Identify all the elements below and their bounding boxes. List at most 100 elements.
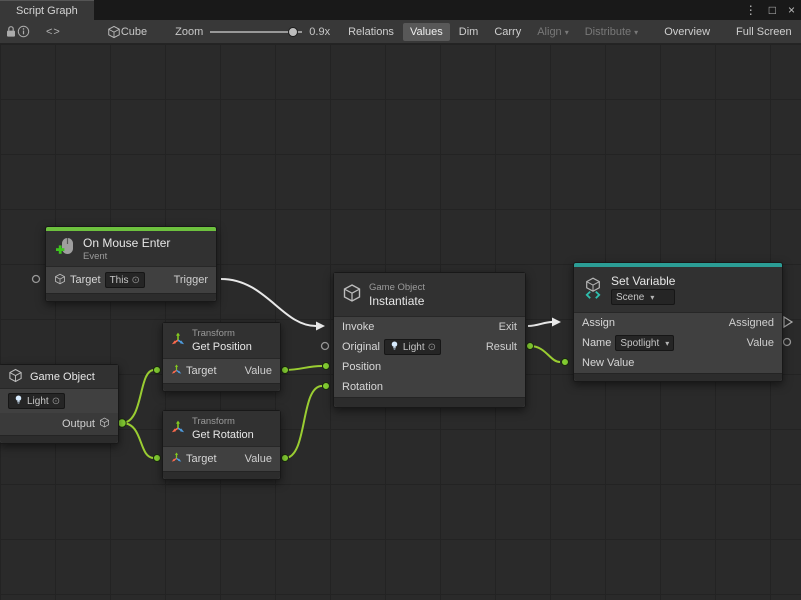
node-instantiate[interactable]: Game Object Instantiate Invoke Exit Orig…	[333, 272, 526, 408]
instantiate-rotation-port[interactable]	[323, 383, 330, 390]
trigger-label: Trigger	[174, 274, 208, 286]
transform-icon	[171, 420, 185, 437]
light-icon	[13, 394, 24, 408]
output-label: Output	[62, 418, 95, 430]
on-mouse-enter-target-port[interactable]	[33, 276, 40, 283]
wire-output-to-getrotation-target	[122, 423, 154, 458]
assign-label: Assign	[582, 317, 615, 329]
align-button[interactable]: Align ▾	[530, 23, 575, 41]
get-position-value-port[interactable]	[282, 367, 289, 374]
window-menu-icon[interactable]: ⋮	[745, 0, 757, 20]
exit-label: Exit	[499, 321, 517, 333]
target-label: Target	[186, 453, 217, 465]
wire-position-value	[285, 366, 322, 370]
wire-exit-to-assign	[528, 322, 552, 326]
gameobject-icon	[342, 283, 362, 306]
value-label: Value	[245, 365, 272, 377]
instantiate-original-port[interactable]	[322, 343, 329, 350]
relations-button[interactable]: Relations	[341, 23, 401, 41]
script-graph-window: Script Graph ⋮ □ × <> Cube Zoom 0.9x Rel…	[0, 0, 801, 600]
values-button[interactable]: Values	[403, 23, 450, 41]
maximize-icon[interactable]: □	[769, 0, 776, 20]
zoom-value: 0.9x	[309, 26, 330, 38]
node-get-position[interactable]: Transform Get Position Target Value	[162, 322, 281, 392]
variable-name-value: Spotlight	[620, 338, 659, 349]
carry-button[interactable]: Carry	[487, 23, 528, 41]
node-title: Game Object	[30, 370, 95, 384]
align-label: Align	[537, 26, 561, 38]
chevron-down-icon: ▾	[565, 28, 569, 37]
node-footer	[574, 373, 782, 381]
get-rotation-target-port[interactable]	[154, 455, 161, 462]
zoom-label: Zoom	[175, 26, 203, 38]
original-label: Original	[342, 341, 380, 353]
node-category: Transform	[192, 416, 254, 427]
variable-scope-dropdown[interactable]: Scene ▾	[611, 289, 675, 305]
this-value: This	[110, 275, 129, 286]
node-footer	[163, 383, 280, 391]
value-label: Value	[245, 453, 272, 465]
node-footer	[0, 435, 118, 443]
chevron-down-icon: ▾	[650, 293, 654, 302]
graph-toolbar: <> Cube Zoom 0.9x Relations Values Dim C…	[0, 20, 801, 44]
node-game-object[interactable]: Game Object Light ⊙ Output	[0, 364, 119, 444]
instantiate-result-port[interactable]	[527, 343, 534, 350]
gameobject-icon	[99, 417, 110, 431]
dim-button[interactable]: Dim	[452, 23, 486, 41]
object-picker-icon[interactable]: ⊙	[428, 342, 436, 353]
close-icon[interactable]: ×	[788, 0, 795, 20]
node-set-variable[interactable]: Set Variable Scene ▾ Assign Assigned Nam…	[573, 262, 783, 382]
target-label: Target	[70, 274, 101, 286]
distribute-button[interactable]: Distribute▾	[578, 23, 645, 41]
transform-icon	[171, 364, 182, 378]
info-icon[interactable]	[17, 22, 30, 42]
node-title: On Mouse Enter	[83, 236, 170, 250]
original-object-field[interactable]: Light ⊙	[384, 339, 441, 355]
code-view-icon[interactable]: <>	[40, 26, 67, 38]
gameobject-icon	[8, 368, 23, 386]
set-variable-value-port[interactable]	[784, 339, 791, 346]
node-category: Transform	[192, 328, 252, 339]
invoke-label: Invoke	[342, 321, 374, 333]
gameobject-icon	[54, 273, 66, 288]
rotation-label: Rotation	[342, 381, 383, 393]
instantiate-position-port[interactable]	[323, 363, 330, 370]
node-get-rotation[interactable]: Transform Get Rotation Target Value	[162, 410, 281, 480]
result-label: Result	[486, 341, 517, 353]
zoom-slider-handle[interactable]	[288, 27, 298, 37]
position-label: Position	[342, 361, 381, 373]
tab-script-graph[interactable]: Script Graph	[0, 0, 94, 20]
set-variable-assigned-port[interactable]	[784, 317, 792, 327]
node-title: Get Rotation	[192, 428, 254, 442]
variable-name-dropdown[interactable]: Spotlight ▾	[615, 335, 674, 351]
node-footer	[163, 471, 280, 479]
distribute-label: Distribute	[585, 26, 631, 38]
overview-button[interactable]: Overview	[657, 23, 717, 41]
light-icon	[389, 340, 400, 354]
graph-object-name[interactable]: Cube	[121, 26, 147, 38]
assigned-label: Assigned	[729, 317, 774, 329]
object-picker-icon[interactable]: ⊙	[52, 396, 60, 407]
transform-icon	[171, 332, 185, 349]
get-position-target-port[interactable]	[154, 367, 161, 374]
light-object-field[interactable]: Light ⊙	[8, 393, 65, 409]
transform-icon	[171, 452, 182, 466]
game-object-output-port[interactable]	[118, 419, 126, 427]
set-variable-newvalue-port[interactable]	[562, 359, 569, 366]
zoom-slider[interactable]	[210, 22, 302, 42]
this-object-field[interactable]: This ⊙	[105, 272, 145, 288]
get-rotation-value-port[interactable]	[282, 455, 289, 462]
object-picker-icon[interactable]: ⊙	[131, 275, 139, 286]
node-subtitle: Event	[83, 251, 170, 262]
node-on-mouse-enter[interactable]: On Mouse Enter Event Target This ⊙ Trigg…	[45, 226, 217, 302]
graph-canvas[interactable]: On Mouse Enter Event Target This ⊙ Trigg…	[0, 44, 801, 600]
invoke-arrow-port[interactable]	[316, 322, 325, 331]
fullscreen-button[interactable]: Full Screen	[729, 23, 799, 41]
lock-icon[interactable]	[5, 22, 17, 42]
node-footer	[334, 397, 525, 407]
mouse-event-icon	[54, 236, 76, 261]
wire-trigger-to-invoke	[221, 279, 316, 326]
node-title: Set Variable	[611, 274, 675, 288]
scope-value: Scene	[616, 292, 644, 303]
assign-arrow-port[interactable]	[552, 318, 561, 327]
